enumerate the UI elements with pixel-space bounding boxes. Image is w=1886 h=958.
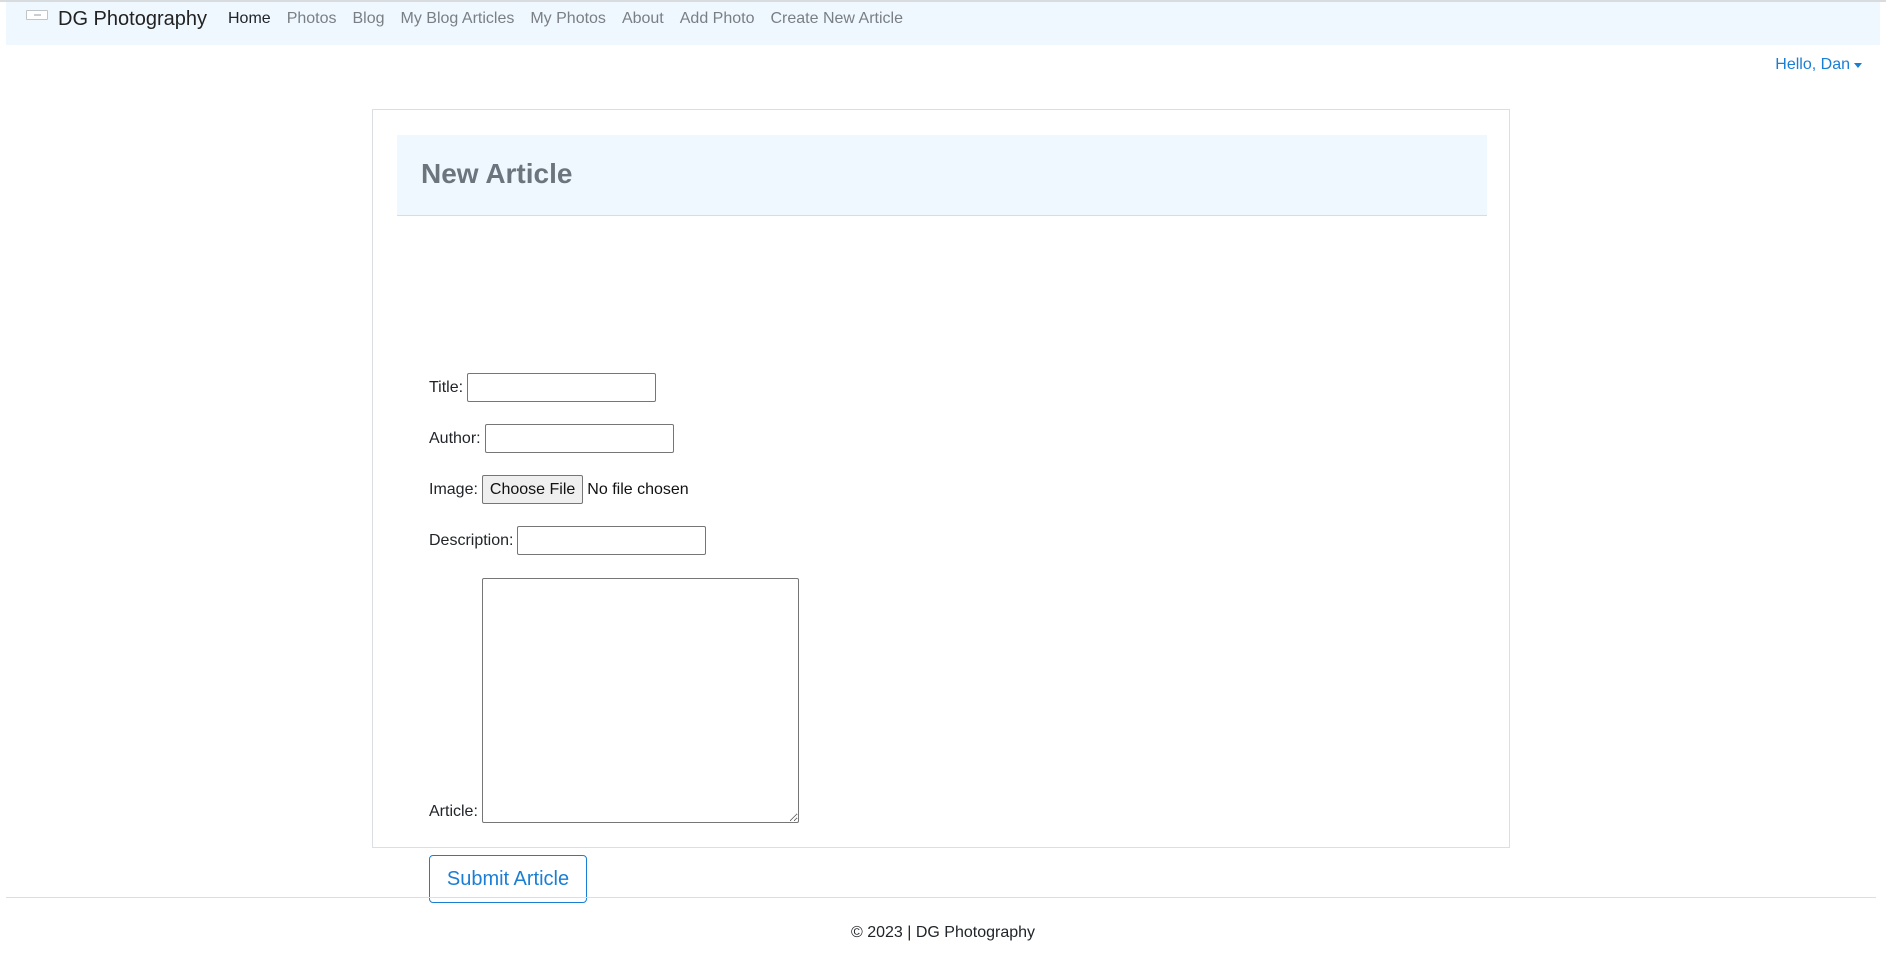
chevron-down-icon <box>1854 62 1862 68</box>
navbar: DG Photography Home Photos Blog My Blog … <box>6 2 1880 45</box>
title-row: Title: <box>429 373 657 402</box>
description-row: Description: <box>429 526 707 555</box>
nav-link-home[interactable]: Home <box>228 2 271 36</box>
brand-name: DG Photography <box>58 8 207 30</box>
brand-logo-icon <box>26 10 48 20</box>
nav-links: Home Photos Blog My Blog Articles My Pho… <box>228 2 919 36</box>
choose-file-button[interactable]: Choose File <box>481 475 584 504</box>
author-row: Author: <box>429 424 674 453</box>
file-status: No file chosen <box>587 480 689 498</box>
description-input[interactable] <box>517 526 707 555</box>
submit-article-button[interactable]: Submit Article <box>429 855 587 903</box>
author-input[interactable] <box>484 424 674 453</box>
nav-link-about[interactable]: About <box>622 2 664 36</box>
image-row: Image: Choose File No file chosen <box>429 475 689 504</box>
article-row: Article: <box>429 578 799 823</box>
description-label: Description: <box>429 531 514 549</box>
nav-link-my-blog-articles[interactable]: My Blog Articles <box>401 2 515 36</box>
user-greeting: Hello, Dan <box>1775 56 1850 73</box>
footer-divider <box>6 897 1876 898</box>
image-label: Image: <box>429 480 478 498</box>
title-input[interactable] <box>467 373 657 402</box>
nav-link-photos[interactable]: Photos <box>287 2 337 36</box>
nav-link-add-photo[interactable]: Add Photo <box>680 2 755 36</box>
footer-copyright: © 2023 | DG Photography <box>850 924 1036 941</box>
title-label: Title: <box>429 378 464 396</box>
new-article-card: New Article Title: Author: Image: Choose… <box>372 109 1510 903</box>
nav-link-blog[interactable]: Blog <box>353 2 385 36</box>
brand-link[interactable]: DG Photography <box>26 2 207 36</box>
page-title: New Article <box>421 158 573 189</box>
nav-link-create-new-article[interactable]: Create New Article <box>770 2 903 36</box>
article-textarea[interactable] <box>481 578 799 823</box>
article-label: Article: <box>429 803 478 820</box>
card-header: New Article <box>397 135 1487 216</box>
nav-link-my-photos[interactable]: My Photos <box>530 2 606 36</box>
user-menu-dropdown[interactable]: Hello, Dan <box>1775 56 1862 74</box>
author-label: Author: <box>429 429 481 447</box>
